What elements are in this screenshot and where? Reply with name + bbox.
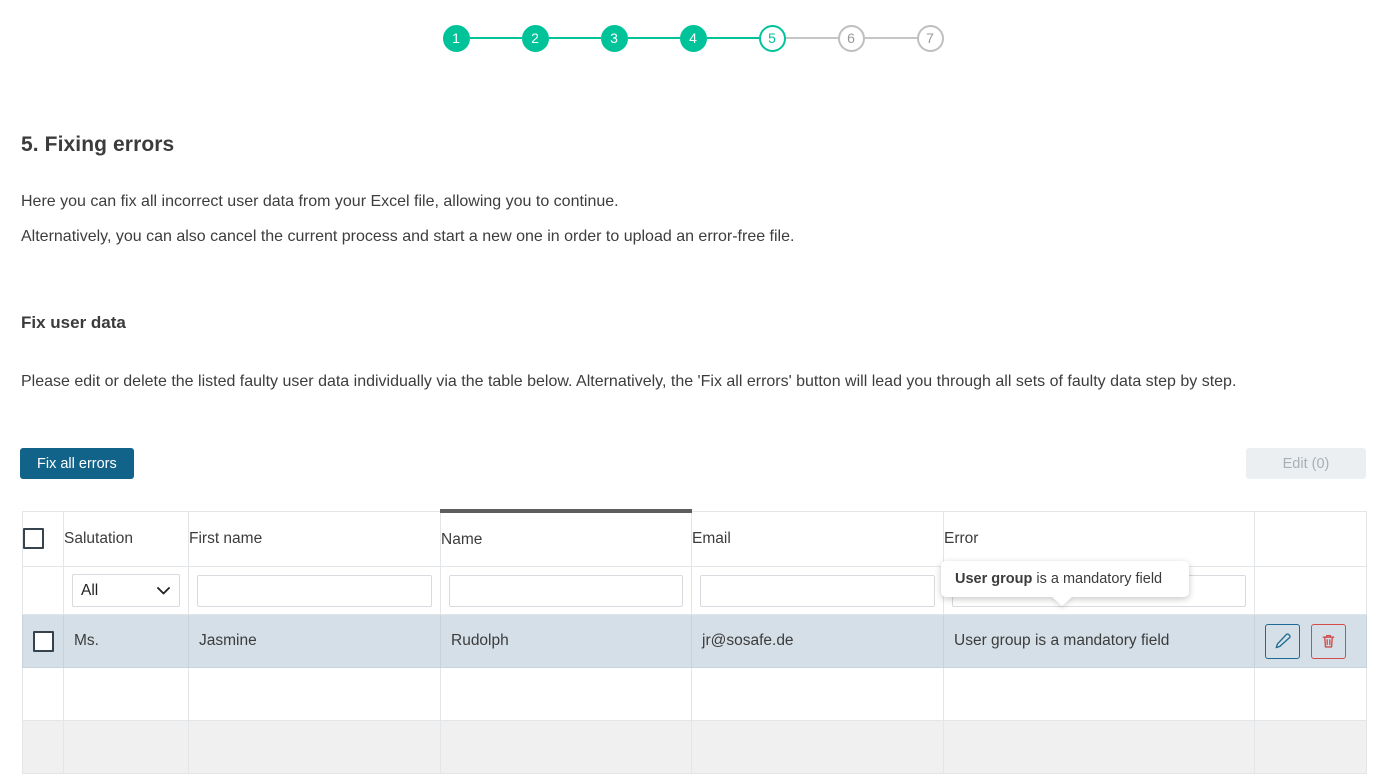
select-all-checkbox[interactable]: [23, 528, 44, 549]
progress-stepper: 1 2 3 4 5 6 7: [0, 0, 1386, 76]
stepper-track: 1 2 3 4 5 6 7: [443, 25, 944, 52]
error-tooltip: User group is a mandatory field: [941, 561, 1189, 597]
row-checkbox[interactable]: [33, 631, 54, 652]
intro-line-1: Here you can fix all incorrect user data…: [21, 193, 619, 211]
table-row[interactable]: [23, 721, 1367, 774]
cell-name: [441, 668, 692, 721]
email-filter-input[interactable]: [700, 575, 935, 607]
header-email[interactable]: Email: [692, 511, 944, 567]
name-filter-input[interactable]: [449, 575, 683, 607]
cell-email: [692, 668, 944, 721]
section-title: Fix user data: [21, 313, 126, 333]
step-5[interactable]: 5: [759, 25, 786, 52]
filter-cell-check: [23, 567, 64, 615]
page-title: 5. Fixing errors: [21, 133, 174, 157]
cell-error: [944, 721, 1255, 774]
cell-first-name: [189, 721, 441, 774]
cell-email: [692, 721, 944, 774]
salutation-filter-value: All: [81, 582, 98, 600]
cell-actions: [1255, 615, 1367, 668]
salutation-filter-select[interactable]: All: [72, 574, 180, 607]
row-select-cell: [23, 615, 64, 668]
filter-cell-email: [692, 567, 944, 615]
header-select-all: [23, 511, 64, 567]
section-description: Please edit or delete the listed faulty …: [21, 369, 1341, 395]
cell-salutation: Ms.: [64, 615, 189, 668]
first-name-filter-input[interactable]: [197, 575, 432, 607]
cell-actions: [1255, 721, 1367, 774]
delete-row-button[interactable]: [1311, 624, 1346, 659]
step-connector-6-7: [865, 37, 917, 39]
cell-salutation: [64, 721, 189, 774]
header-actions: [1255, 511, 1367, 567]
cell-email: jr@sosafe.de: [692, 615, 944, 668]
header-error[interactable]: Error: [944, 511, 1255, 567]
cell-first-name: Jasmine: [189, 615, 441, 668]
step-7[interactable]: 7: [917, 25, 944, 52]
step-connector-3-4: [628, 37, 680, 39]
filter-cell-salutation: All: [64, 567, 189, 615]
filter-cell-name: [441, 567, 692, 615]
header-salutation[interactable]: Salutation: [64, 511, 189, 567]
table-row[interactable]: Ms. Jasmine Rudolph jr@sosafe.de User gr…: [23, 615, 1367, 668]
cell-actions: [1255, 668, 1367, 721]
cell-first-name: [189, 668, 441, 721]
filter-cell-first-name: [189, 567, 441, 615]
step-connector-1-2: [470, 37, 522, 39]
step-4[interactable]: 4: [680, 25, 707, 52]
tooltip-rest-text: is a mandatory field: [1032, 571, 1162, 587]
step-2[interactable]: 2: [522, 25, 549, 52]
step-connector-4-5: [707, 37, 759, 39]
cell-salutation: [64, 668, 189, 721]
step-1[interactable]: 1: [443, 25, 470, 52]
cell-name: Rudolph: [441, 615, 692, 668]
tooltip-arrow-icon: [1051, 596, 1073, 606]
filter-cell-actions: [1255, 567, 1367, 615]
cell-name: [441, 721, 692, 774]
cell-error: User group is a mandatory field: [944, 615, 1255, 668]
cell-error: [944, 668, 1255, 721]
intro-line-2: Alternatively, you can also cancel the c…: [21, 228, 794, 246]
step-3[interactable]: 3: [601, 25, 628, 52]
faulty-user-data-table: Salutation First name Name Email Error A…: [22, 509, 1366, 774]
chevron-down-icon: [157, 587, 170, 595]
step-connector-5-6: [786, 37, 838, 39]
step-6[interactable]: 6: [838, 25, 865, 52]
tooltip-bold-text: User group: [955, 571, 1032, 587]
step-connector-2-3: [549, 37, 601, 39]
table-row[interactable]: [23, 668, 1367, 721]
row-select-cell: [23, 668, 64, 721]
table-header-row: Salutation First name Name Email Error: [23, 511, 1367, 567]
row-select-cell: [23, 721, 64, 774]
header-name[interactable]: Name: [441, 511, 692, 567]
edit-selected-button[interactable]: Edit (0): [1246, 448, 1366, 479]
header-first-name[interactable]: First name: [189, 511, 441, 567]
fix-all-errors-button[interactable]: Fix all errors: [20, 448, 134, 479]
edit-row-button[interactable]: [1265, 624, 1300, 659]
